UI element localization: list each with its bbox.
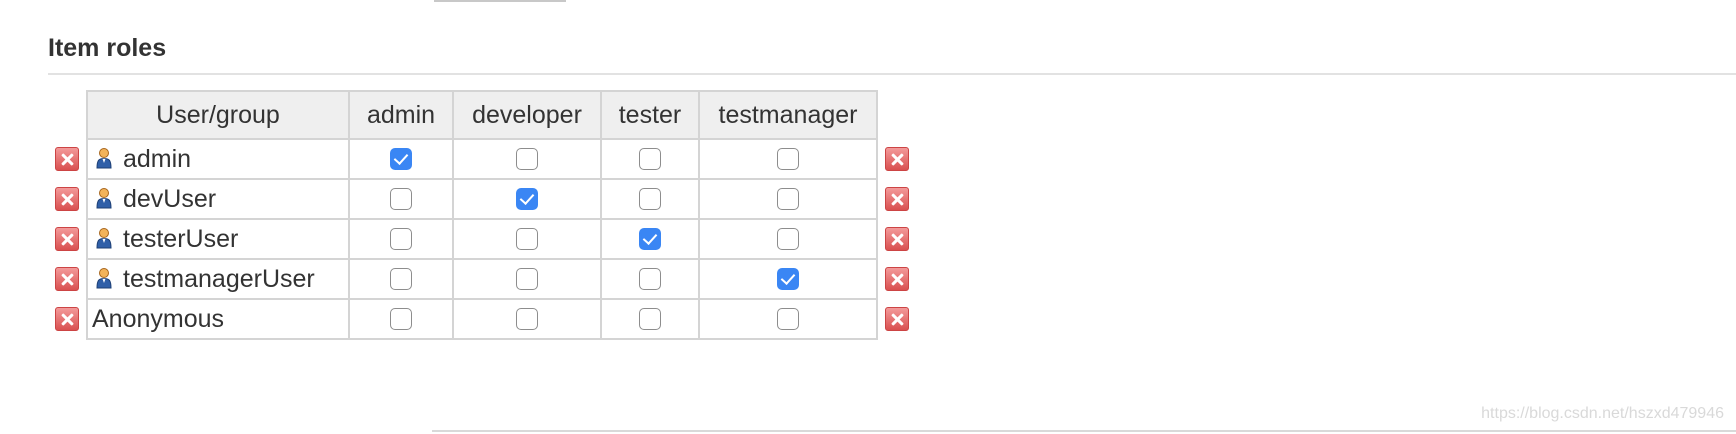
role-cell-developer (452, 218, 602, 260)
top-tab-edge (434, 0, 566, 2)
tester-role-checkbox[interactable] (639, 268, 661, 290)
developer-role-checkbox[interactable] (516, 188, 538, 210)
remove-row-right-button[interactable] (885, 147, 909, 171)
admin-role-checkbox[interactable] (390, 188, 412, 210)
table-row: devUser (86, 178, 878, 220)
user-group-cell: testerUser (86, 218, 350, 260)
header-user-group: User/group (86, 90, 350, 140)
remove-row-right-button[interactable] (885, 307, 909, 331)
header-tester: tester (600, 90, 700, 140)
admin-role-checkbox[interactable] (390, 228, 412, 250)
developer-role-checkbox[interactable] (516, 228, 538, 250)
page: Item roles User/group admin developer te… (0, 0, 1736, 434)
roles-table-body: admin devUser testerUser testmanagerUser Ano… (86, 138, 878, 340)
user-icon (95, 147, 113, 169)
remove-row-left-button[interactable] (55, 227, 79, 251)
developer-role-checkbox[interactable] (516, 148, 538, 170)
header-developer: developer (452, 90, 602, 140)
user-group-cell: Anonymous (86, 298, 350, 340)
admin-role-checkbox[interactable] (390, 268, 412, 290)
role-cell-developer (452, 298, 602, 340)
role-cell-tester (600, 298, 700, 340)
role-cell-developer (452, 258, 602, 300)
remove-row-left-button[interactable] (55, 307, 79, 331)
user-group-name: Anonymous (92, 304, 225, 333)
user-group-name: devUser (123, 184, 217, 213)
role-cell-developer (452, 138, 602, 180)
role-cell-testmanager (698, 258, 878, 300)
role-cell-admin (348, 298, 454, 340)
user-group-name: testmanagerUser (123, 264, 315, 293)
table-row: Anonymous (86, 298, 878, 340)
role-cell-tester (600, 218, 700, 260)
user-group-cell: admin (86, 138, 350, 180)
user-group-name: testerUser (123, 224, 239, 253)
remove-row-left-button[interactable] (55, 187, 79, 211)
remove-row-left-button[interactable] (55, 267, 79, 291)
tester-role-checkbox[interactable] (639, 188, 661, 210)
role-cell-developer (452, 178, 602, 220)
developer-role-checkbox[interactable] (516, 268, 538, 290)
testmanager-role-checkbox[interactable] (777, 308, 799, 330)
header-admin: admin (348, 90, 454, 140)
role-cell-admin (348, 178, 454, 220)
remove-row-right-button[interactable] (885, 227, 909, 251)
role-cell-tester (600, 258, 700, 300)
role-cell-admin (348, 258, 454, 300)
user-group-cell: devUser (86, 178, 350, 220)
user-group-cell: testmanagerUser (86, 258, 350, 300)
item-roles-table: User/group admin developer tester testma… (86, 90, 878, 340)
table-row: testerUser (86, 218, 878, 260)
user-group-name: admin (123, 144, 192, 173)
tester-role-checkbox[interactable] (639, 148, 661, 170)
user-icon (95, 187, 113, 209)
testmanager-role-checkbox[interactable] (777, 148, 799, 170)
testmanager-role-checkbox[interactable] (777, 228, 799, 250)
section-divider (48, 73, 1736, 75)
remove-row-right-button[interactable] (885, 187, 909, 211)
role-cell-testmanager (698, 178, 878, 220)
user-icon (95, 267, 113, 289)
role-cell-testmanager (698, 138, 878, 180)
testmanager-role-checkbox[interactable] (777, 188, 799, 210)
role-cell-admin (348, 138, 454, 180)
tester-role-checkbox[interactable] (639, 228, 661, 250)
admin-role-checkbox[interactable] (390, 148, 412, 170)
bottom-divider (432, 430, 1736, 432)
table-row: testmanagerUser (86, 258, 878, 300)
role-cell-admin (348, 218, 454, 260)
section-title: Item roles (48, 34, 167, 62)
role-cell-tester (600, 138, 700, 180)
table-row: admin (86, 138, 878, 180)
testmanager-role-checkbox[interactable] (777, 268, 799, 290)
header-row: User/group admin developer tester testma… (86, 90, 878, 140)
header-testmanager: testmanager (698, 90, 878, 140)
user-icon (95, 227, 113, 249)
role-cell-testmanager (698, 218, 878, 260)
watermark: https://blog.csdn.net/hszxd479946 (1481, 405, 1724, 422)
role-cell-tester (600, 178, 700, 220)
role-cell-testmanager (698, 298, 878, 340)
developer-role-checkbox[interactable] (516, 308, 538, 330)
admin-role-checkbox[interactable] (390, 308, 412, 330)
remove-row-left-button[interactable] (55, 147, 79, 171)
remove-row-right-button[interactable] (885, 267, 909, 291)
tester-role-checkbox[interactable] (639, 308, 661, 330)
